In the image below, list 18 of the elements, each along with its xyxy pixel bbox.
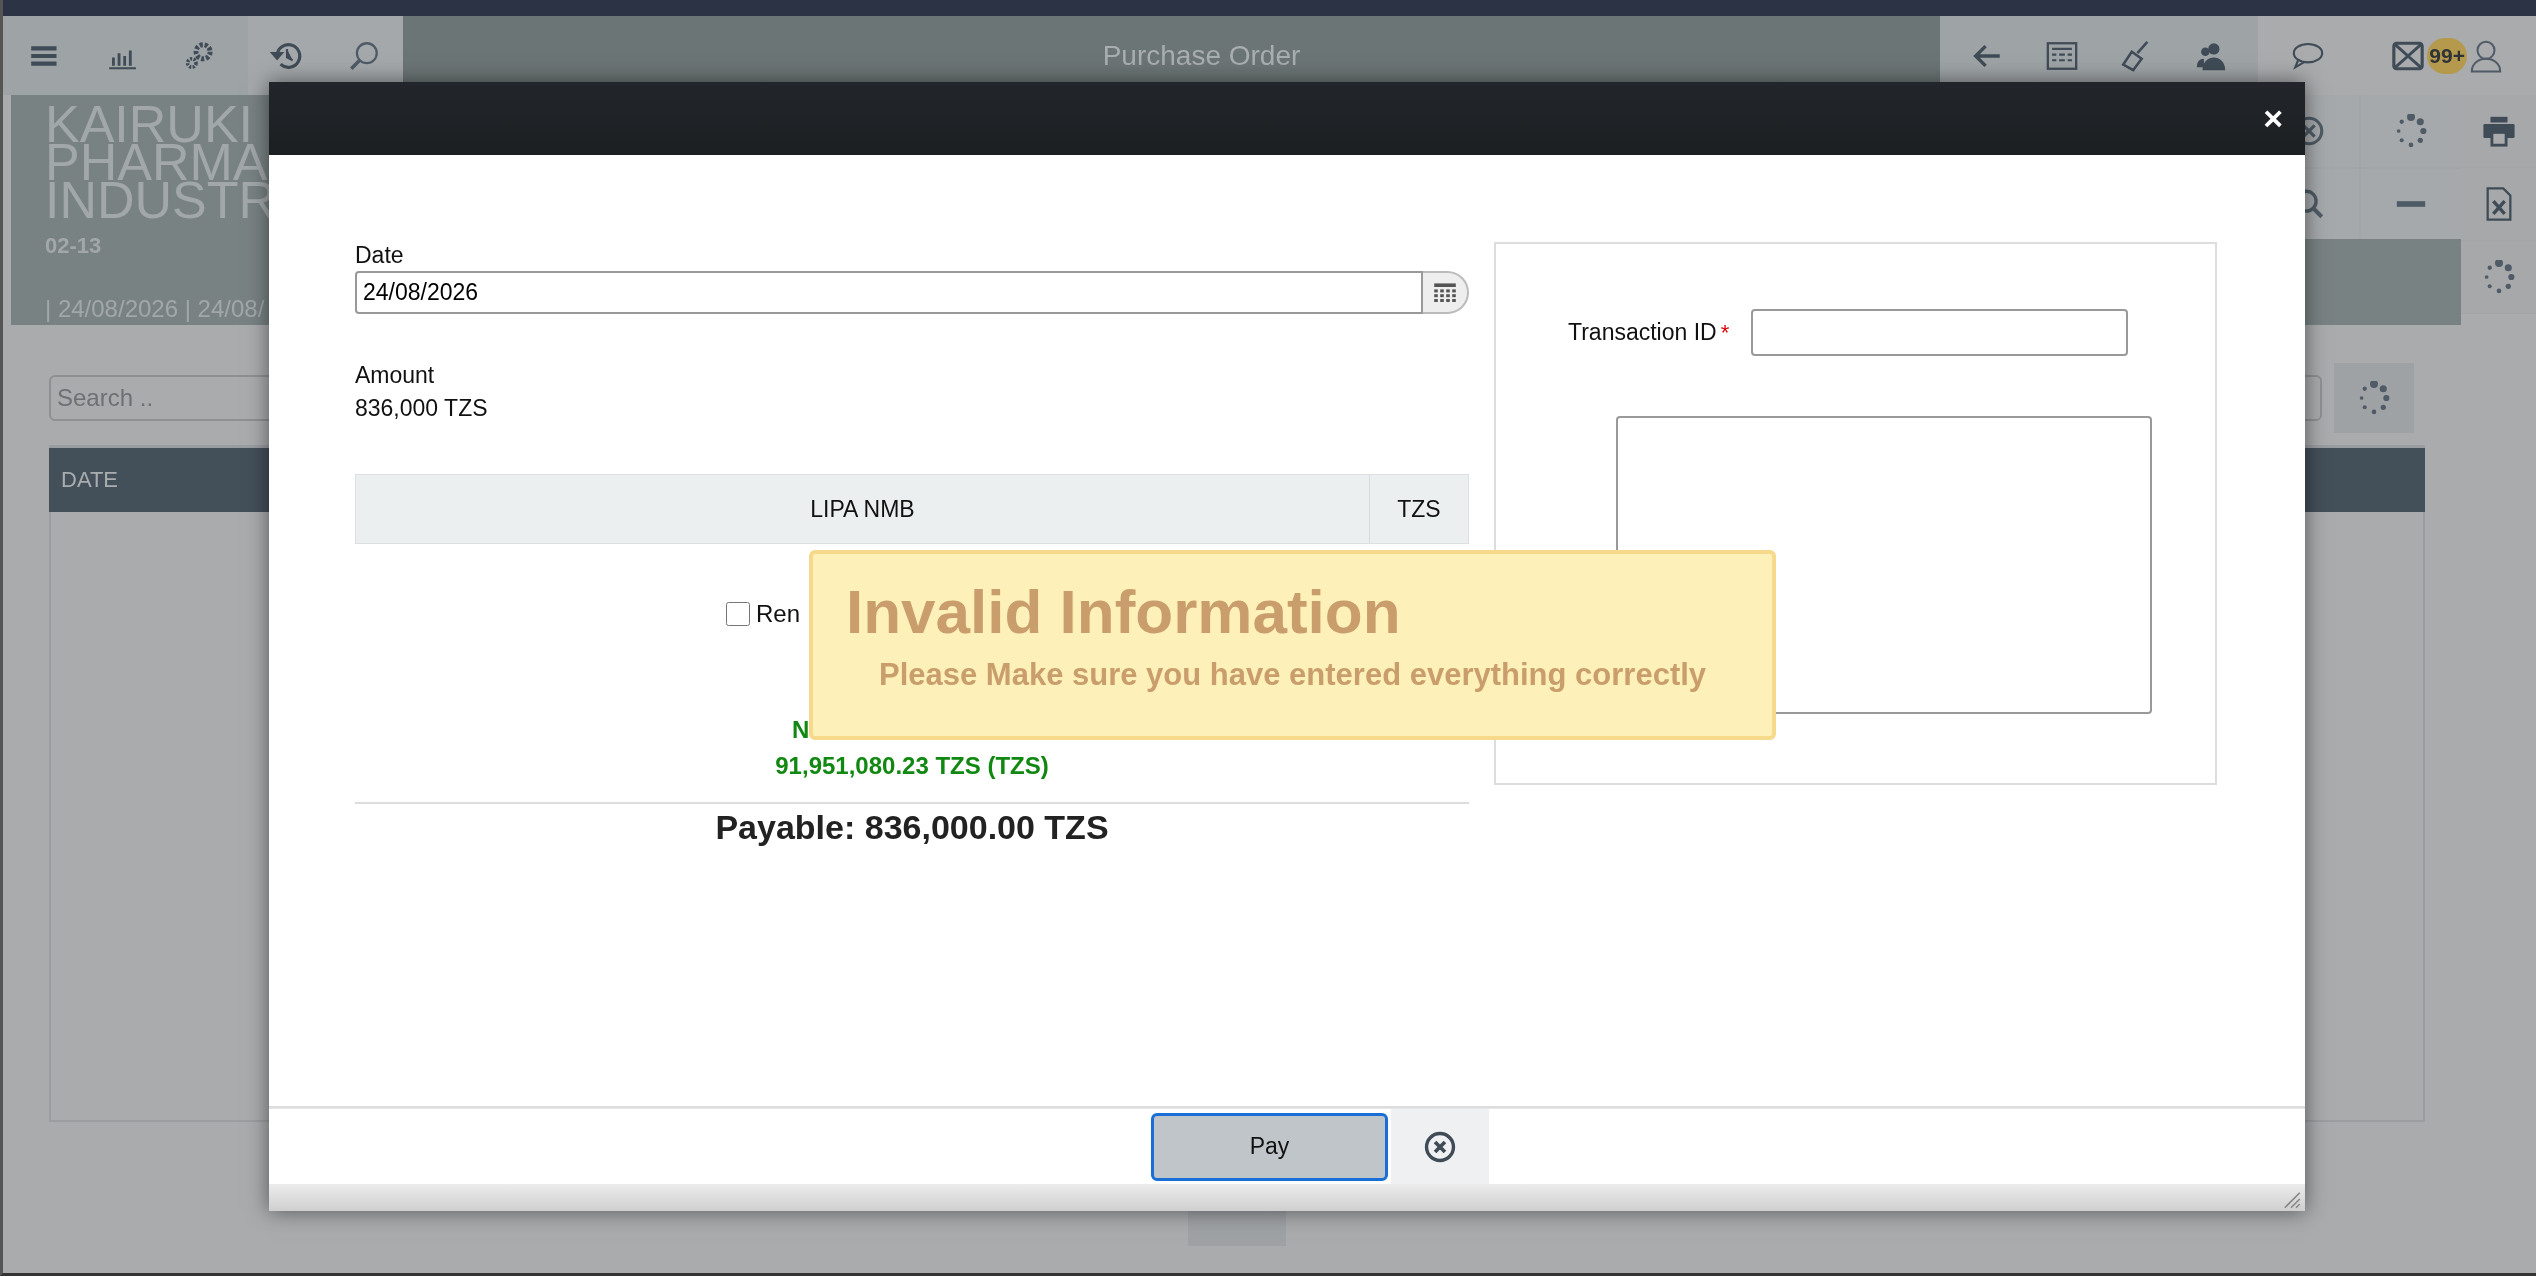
- payment-method-cell: LIPA NMB: [356, 475, 1370, 543]
- currency-cell-text: TZS: [1396, 494, 1442, 524]
- pay-button[interactable]: Pay: [1151, 1112, 1388, 1181]
- notification-badge: 99+: [2427, 37, 2467, 74]
- close-button[interactable]: ×: [2263, 99, 2283, 138]
- toast-message: Please Make sure you have entered everything correctly: [879, 657, 1708, 693]
- toast-title: Invalid Information: [846, 576, 1401, 647]
- field-label: Amount: [355, 362, 436, 389]
- payable-total: Payable: 836,000.00 TZS: [714, 808, 1110, 847]
- field-label: Transaction ID: [1568, 319, 1717, 346]
- field-label: Date: [355, 242, 405, 269]
- balance-label: N: [791, 716, 811, 744]
- column-header[interactable]: DATE: [49, 467, 119, 493]
- required-mark: *: [1720, 319, 1730, 346]
- date-field[interactable]: 24/08/2026: [355, 271, 1423, 314]
- amount-value: 836,000 TZS: [355, 395, 489, 422]
- option-label: Ren: [756, 600, 801, 628]
- balance-value: 91,951,080.23 TZS (TZS): [774, 752, 1050, 780]
